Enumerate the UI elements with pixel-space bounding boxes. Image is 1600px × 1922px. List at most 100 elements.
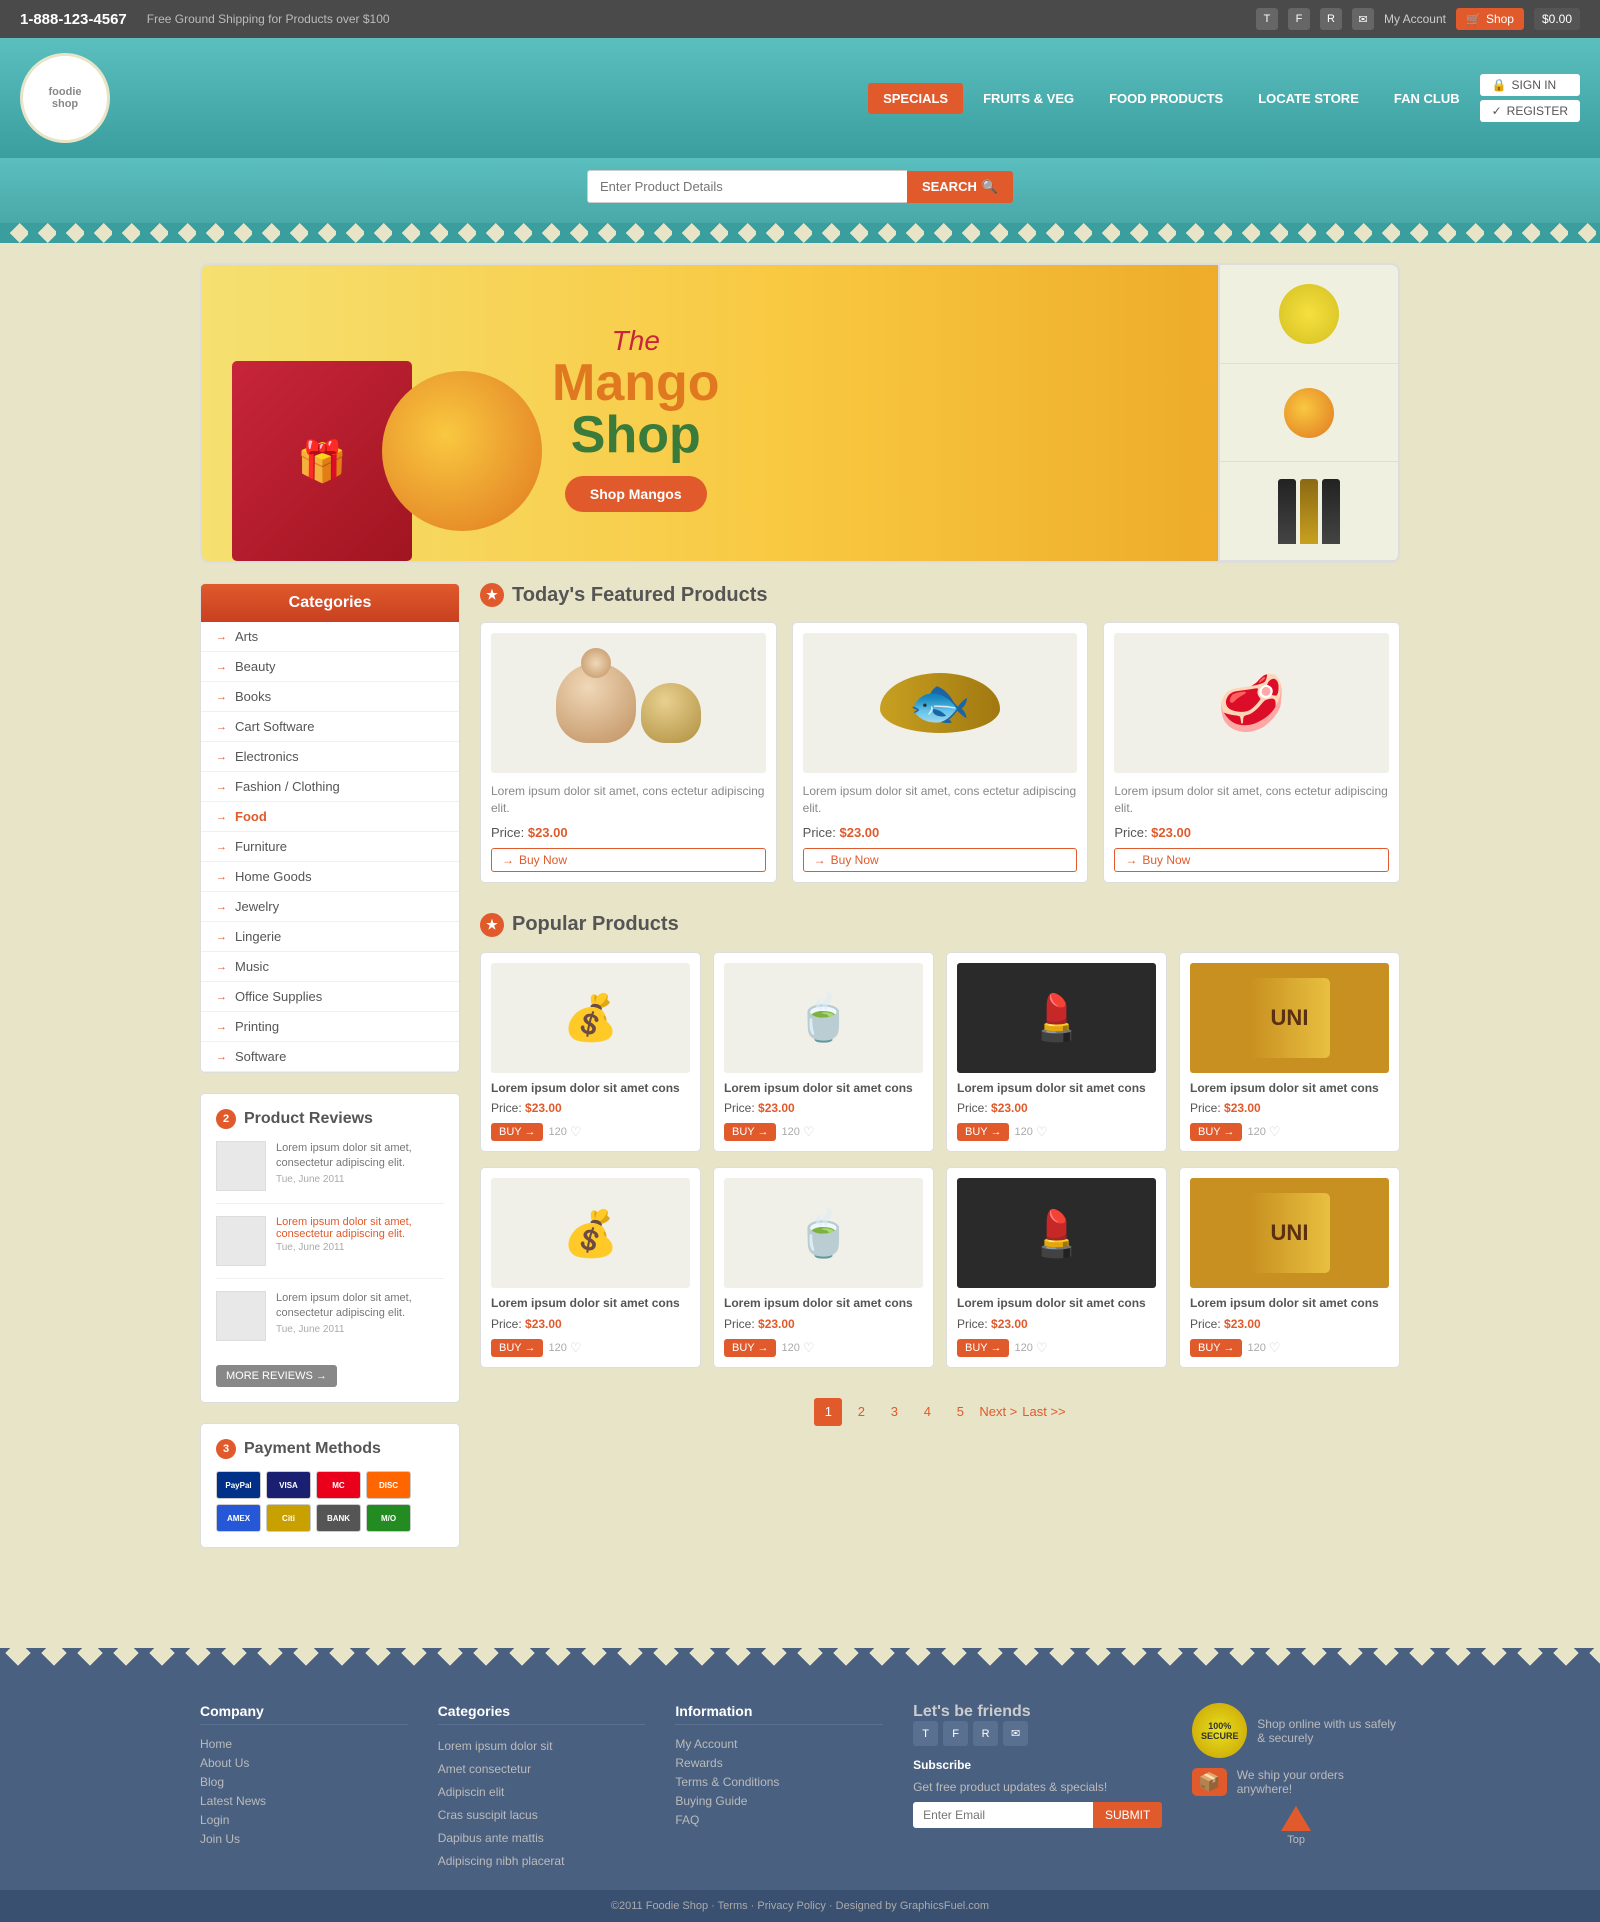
sign-in-button[interactable]: 🔒 SIGN IN	[1480, 74, 1580, 96]
logo-bottom: shop	[52, 98, 78, 110]
top-button[interactable]: Top	[1192, 1806, 1400, 1846]
submit-button[interactable]: SUBMIT	[1093, 1802, 1162, 1828]
cat-item-software[interactable]: →Software	[201, 1042, 459, 1072]
popular-price-5: Price: $23.00	[491, 1317, 690, 1331]
arrow-icon: →	[216, 931, 227, 943]
footer-link-news[interactable]: Latest News	[200, 1794, 408, 1808]
cat-item-beauty[interactable]: →Beauty	[201, 652, 459, 682]
popular-title-5: Lorem ipsum dolor sit amet cons	[491, 1296, 690, 1312]
arrow-icon: →	[216, 961, 227, 973]
cat-item-books[interactable]: →Books	[201, 682, 459, 712]
golden-uni-image-2: UNI	[1250, 1193, 1330, 1273]
discover-icon: DISC	[366, 1471, 411, 1499]
cat-item-cart[interactable]: →Cart Software	[201, 712, 459, 742]
cat-item-jewelry[interactable]: →Jewelry	[201, 892, 459, 922]
popular-buy-8[interactable]: BUY →	[1190, 1339, 1242, 1357]
email-icon[interactable]: ✉	[1352, 8, 1374, 30]
popular-likes-6: 120 ♡	[781, 1340, 814, 1356]
popular-actions-8: BUY → 120 ♡	[1190, 1339, 1389, 1357]
cat-item-printing[interactable]: →Printing	[201, 1012, 459, 1042]
popular-buy-4[interactable]: BUY →	[1190, 1123, 1242, 1141]
search-label: SEARCH	[922, 179, 977, 194]
register-button[interactable]: ✓ REGISTER	[1480, 100, 1580, 122]
footer-link-home[interactable]: Home	[200, 1737, 408, 1751]
footer-link-join[interactable]: Join Us	[200, 1832, 408, 1846]
popular-card-2: 🍵 Lorem ipsum dolor sit amet cons Price:…	[713, 952, 934, 1153]
footer-link-rewards[interactable]: Rewards	[675, 1756, 883, 1770]
moneyorder-icon: M/O	[366, 1504, 411, 1532]
logo-top: foodie	[49, 86, 82, 98]
footer-twitter-icon[interactable]: T	[913, 1721, 938, 1746]
featured-buy-1[interactable]: →Buy Now	[491, 848, 766, 872]
popular-card-1: 💰 Lorem ipsum dolor sit amet cons Price:…	[480, 952, 701, 1153]
footer-link-blog[interactable]: Blog	[200, 1775, 408, 1789]
page-2[interactable]: 2	[847, 1398, 875, 1426]
mango-small-image	[1284, 388, 1334, 438]
categories-panel: Categories →Arts →Beauty →Books →Cart So…	[200, 583, 460, 1073]
logo-area: foodie shop	[20, 53, 110, 143]
review-link-2[interactable]: Lorem ipsum dolor sit amet, consectetur …	[276, 1216, 444, 1240]
email-input[interactable]	[913, 1802, 1093, 1828]
search-button[interactable]: SEARCH 🔍	[907, 171, 1013, 203]
footer-facebook-icon[interactable]: F	[943, 1721, 968, 1746]
cat-item-music[interactable]: →Music	[201, 952, 459, 982]
popular-buy-3[interactable]: BUY →	[957, 1123, 1009, 1141]
footer-email-icon[interactable]: ✉	[1003, 1721, 1028, 1746]
popular-buy-2[interactable]: BUY →	[724, 1123, 776, 1141]
ship-text: We ship your orders anywhere!	[1237, 1768, 1400, 1796]
footer-link-myaccount[interactable]: My Account	[675, 1737, 883, 1751]
cat-item-arts[interactable]: →Arts	[201, 622, 459, 652]
featured-buy-2[interactable]: →Buy Now	[803, 848, 1078, 872]
arrow-icon: →	[216, 991, 227, 1003]
my-account-link[interactable]: My Account	[1384, 12, 1446, 26]
footer-link-faq[interactable]: FAQ	[675, 1813, 883, 1827]
rss-icon[interactable]: R	[1320, 8, 1342, 30]
page-4[interactable]: 4	[913, 1398, 941, 1426]
page-5[interactable]: 5	[946, 1398, 974, 1426]
cat-item-food[interactable]: →Food	[201, 802, 459, 832]
cat-item-electronics[interactable]: →Electronics	[201, 742, 459, 772]
featured-buy-3[interactable]: →Buy Now	[1114, 848, 1389, 872]
popular-buy-5[interactable]: BUY →	[491, 1339, 543, 1357]
search-input[interactable]	[587, 170, 907, 203]
nav-food[interactable]: FOOD PRODUCTS	[1094, 83, 1238, 114]
featured-desc-2: Lorem ipsum dolor sit amet, cons ectetur…	[803, 783, 1078, 817]
cat-item-lingerie[interactable]: →Lingerie	[201, 922, 459, 952]
footer-cat-text-3: Adipiscin elit	[438, 1783, 646, 1801]
footer-rss-icon[interactable]: R	[973, 1721, 998, 1746]
page-1[interactable]: 1	[814, 1398, 842, 1426]
featured-heading: ★ Today's Featured Products	[480, 583, 1400, 607]
page-next[interactable]: Next >	[979, 1404, 1017, 1419]
nav-locate[interactable]: LOCATE STORE	[1243, 83, 1374, 114]
popular-buy-1[interactable]: BUY →	[491, 1123, 543, 1141]
footer-social: Let's be friends T F R ✉ Subscribe Get f…	[913, 1703, 1162, 1875]
nav-specials[interactable]: SPECIALS	[868, 83, 963, 114]
twitter-icon[interactable]: T	[1256, 8, 1278, 30]
logo[interactable]: foodie shop	[20, 53, 110, 143]
popular-buy-7[interactable]: BUY →	[957, 1339, 1009, 1357]
nav-fruits[interactable]: FRUITS & VEG	[968, 83, 1089, 114]
cart-button[interactable]: 🛒 Shop	[1456, 8, 1524, 30]
more-reviews-button[interactable]: MORE REVIEWS →	[216, 1365, 337, 1387]
hero-line1: The	[552, 325, 720, 357]
popular-title-3: Lorem ipsum dolor sit amet cons	[957, 1081, 1156, 1097]
arrow-icon: →	[216, 811, 227, 823]
cat-item-office[interactable]: →Office Supplies	[201, 982, 459, 1012]
facebook-icon[interactable]: F	[1288, 8, 1310, 30]
trust-badge: 100% SECURE Shop online with us safely &…	[1192, 1703, 1400, 1758]
footer-link-terms[interactable]: Terms & Conditions	[675, 1775, 883, 1789]
footer-link-buying[interactable]: Buying Guide	[675, 1794, 883, 1808]
popular-actions-1: BUY → 120 ♡	[491, 1123, 690, 1141]
footer-link-login[interactable]: Login	[200, 1813, 408, 1827]
wine-bottle-3	[1322, 479, 1340, 544]
cat-item-fashion[interactable]: →Fashion / Clothing	[201, 772, 459, 802]
category-list: →Arts →Beauty →Books →Cart Software →Ele…	[201, 622, 459, 1072]
page-last[interactable]: Last >>	[1022, 1404, 1065, 1419]
popular-buy-6[interactable]: BUY →	[724, 1339, 776, 1357]
footer-link-about[interactable]: About Us	[200, 1756, 408, 1770]
cat-item-furniture[interactable]: →Furniture	[201, 832, 459, 862]
page-3[interactable]: 3	[880, 1398, 908, 1426]
cat-item-homegoods[interactable]: →Home Goods	[201, 862, 459, 892]
shop-mangos-button[interactable]: Shop Mangos	[565, 476, 707, 512]
nav-fanclub[interactable]: FAN CLUB	[1379, 83, 1475, 114]
